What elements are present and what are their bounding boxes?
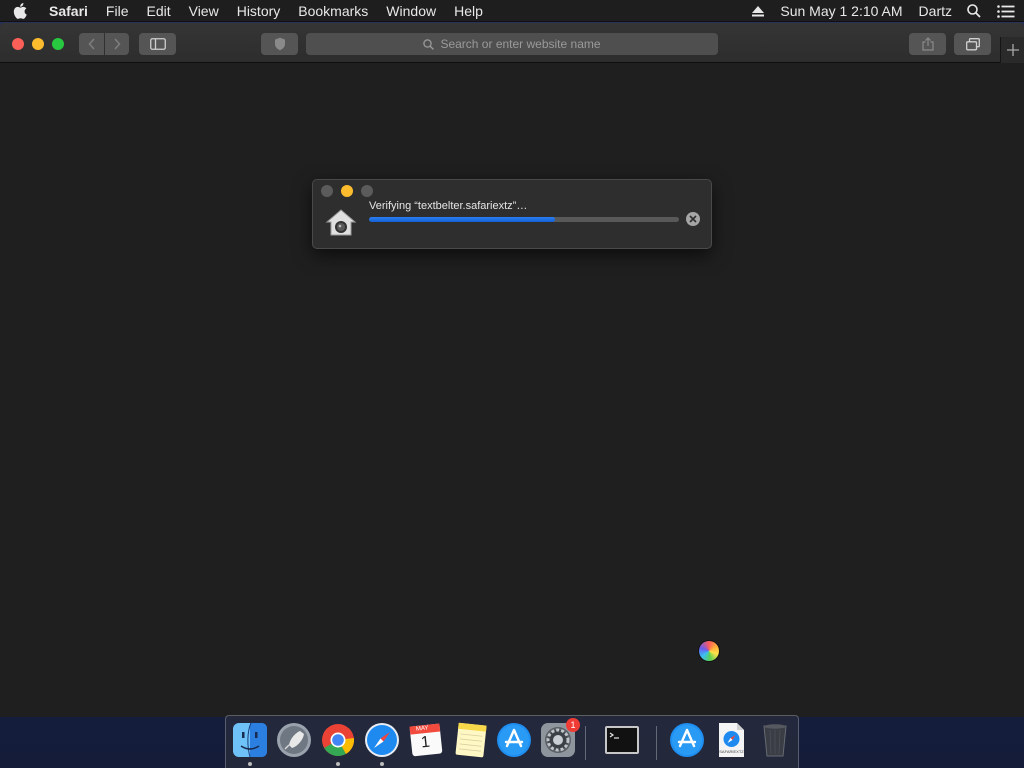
spotlight-search-icon[interactable] bbox=[960, 0, 988, 22]
menu-edit[interactable]: Edit bbox=[137, 0, 179, 22]
dock-separator bbox=[585, 726, 586, 760]
dock-separator bbox=[656, 726, 657, 760]
dock: MAY 1 1 SAFARIEXTZ bbox=[225, 715, 799, 768]
forward-button[interactable] bbox=[105, 33, 129, 55]
tab-overview-button[interactable] bbox=[954, 33, 991, 55]
search-icon bbox=[423, 38, 435, 50]
privacy-shield-button[interactable] bbox=[261, 33, 298, 55]
installer-house-icon bbox=[325, 207, 357, 239]
chevron-right-icon bbox=[114, 38, 121, 50]
chevron-left-icon bbox=[87, 38, 95, 50]
menu-bookmarks[interactable]: Bookmarks bbox=[289, 0, 377, 22]
dialog-close-button[interactable] bbox=[321, 185, 333, 197]
verification-progress-bar bbox=[369, 217, 679, 222]
shield-icon bbox=[274, 37, 285, 51]
menubar-user[interactable]: Dartz bbox=[911, 0, 960, 22]
dialog-minimize-button[interactable] bbox=[341, 185, 353, 197]
window-minimize-button[interactable] bbox=[32, 38, 44, 50]
safari-running-indicator bbox=[380, 762, 384, 766]
notification-center-icon[interactable] bbox=[988, 0, 1024, 22]
dock-calendar-icon[interactable]: MAY 1 bbox=[408, 722, 444, 758]
menu-view[interactable]: View bbox=[180, 0, 228, 22]
system-preferences-badge: 1 bbox=[566, 718, 580, 732]
dock-chrome-icon[interactable] bbox=[320, 722, 356, 758]
calendar-day-label: 1 bbox=[420, 733, 431, 752]
plus-icon bbox=[1006, 44, 1019, 56]
document-label: SAFARIEXTZ bbox=[719, 749, 744, 754]
menu-file[interactable]: File bbox=[97, 0, 138, 22]
menu-help[interactable]: Help bbox=[445, 0, 492, 22]
menu-window[interactable]: Window bbox=[377, 0, 445, 22]
safari-window: Search or enter website name bbox=[0, 23, 1024, 717]
tabs-icon bbox=[965, 37, 980, 50]
sidebar-icon bbox=[149, 38, 166, 50]
dock-app-store-icon[interactable] bbox=[496, 722, 532, 758]
chrome-running-indicator bbox=[336, 762, 340, 766]
dock-trash-icon[interactable] bbox=[757, 722, 793, 758]
dialog-zoom-button[interactable] bbox=[361, 185, 373, 197]
dock-terminal-icon[interactable] bbox=[604, 722, 640, 758]
address-bar-placeholder: Search or enter website name bbox=[440, 37, 601, 51]
dock-system-preferences-icon[interactable]: 1 bbox=[540, 718, 580, 758]
dialog-title: Verifying “textbelter.safariextz”… bbox=[369, 200, 528, 212]
window-zoom-button[interactable] bbox=[52, 38, 64, 50]
new-tab-button[interactable] bbox=[1000, 37, 1024, 63]
sidebar-toggle-button[interactable] bbox=[139, 33, 176, 55]
share-icon bbox=[921, 37, 934, 51]
progress-bar-fill bbox=[369, 217, 555, 222]
finder-running-indicator bbox=[248, 762, 252, 766]
back-button[interactable] bbox=[79, 33, 104, 55]
safari-toolbar: Search or enter website name bbox=[0, 23, 1024, 63]
apple-menu-icon[interactable] bbox=[0, 0, 40, 22]
dock-applications-folder-icon[interactable] bbox=[669, 722, 705, 758]
page-content bbox=[0, 64, 1024, 717]
cancel-verification-button[interactable] bbox=[686, 212, 700, 226]
menu-app-safari[interactable]: Safari bbox=[40, 0, 97, 22]
address-bar[interactable]: Search or enter website name bbox=[306, 33, 718, 55]
dock-safari-icon[interactable] bbox=[364, 722, 400, 758]
menu-bar: Safari File Edit View History Bookmarks … bbox=[0, 0, 1024, 22]
dock-notes-icon[interactable] bbox=[452, 722, 488, 758]
menu-history[interactable]: History bbox=[228, 0, 290, 22]
share-button[interactable] bbox=[909, 33, 946, 55]
menubar-clock[interactable]: Sun May 1 2:10 AM bbox=[772, 0, 910, 22]
dock-safariextz-document-icon[interactable]: SAFARIEXTZ bbox=[713, 722, 749, 758]
close-icon bbox=[689, 215, 697, 223]
dock-finder-icon[interactable] bbox=[232, 722, 268, 758]
verifying-dialog: Verifying “textbelter.safariextz”… bbox=[312, 179, 712, 249]
spinning-wait-cursor-icon bbox=[699, 641, 719, 661]
window-close-button[interactable] bbox=[12, 38, 24, 50]
eject-icon[interactable] bbox=[744, 0, 772, 22]
dock-launchpad-icon[interactable] bbox=[276, 722, 312, 758]
